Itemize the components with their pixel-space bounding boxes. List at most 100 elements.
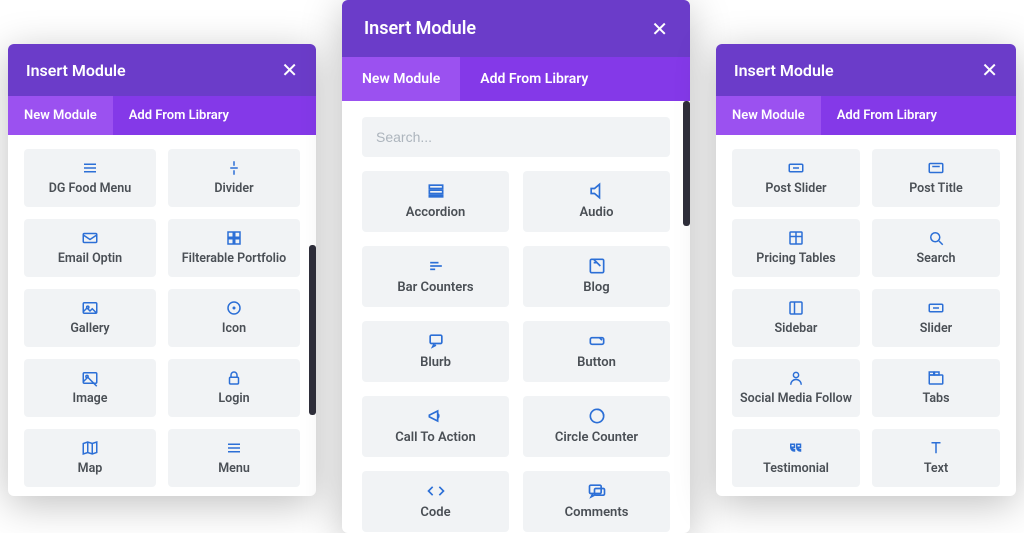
panel-header: Insert Module ✕ — [8, 44, 316, 96]
tab-new-module[interactable]: New Module — [716, 96, 821, 135]
module-tile[interactable]: Social Media Follow — [732, 359, 860, 417]
module-label: Icon — [222, 321, 246, 336]
close-icon[interactable]: ✕ — [281, 60, 298, 80]
button-icon — [587, 331, 607, 351]
module-label: Text — [924, 461, 948, 476]
module-tile[interactable]: Email Optin — [24, 219, 156, 277]
module-label: Map — [78, 461, 103, 476]
panel-body: DG Food Menu Divider Email Optin Filterable… — [8, 135, 316, 496]
module-tile[interactable]: DG Food Menu — [24, 149, 156, 207]
divider-icon — [225, 159, 243, 177]
module-tile[interactable]: Filterable Portfolio — [168, 219, 300, 277]
module-tile[interactable]: Circle Counter — [523, 396, 670, 457]
scrollbar-track[interactable] — [683, 101, 690, 533]
module-label: Button — [577, 355, 616, 370]
gallery-icon — [81, 299, 99, 317]
bars-icon — [426, 256, 446, 276]
scrollbar-track[interactable] — [309, 135, 316, 496]
module-tile[interactable]: Text — [872, 429, 1000, 487]
module-label: Audio — [580, 205, 614, 220]
blurb-icon — [426, 331, 446, 351]
search-input[interactable] — [362, 117, 670, 157]
module-tile[interactable]: Divider — [168, 149, 300, 207]
module-label: DG Food Menu — [49, 181, 131, 196]
code-icon — [426, 481, 446, 501]
scrollbar-thumb[interactable] — [683, 101, 690, 226]
panel-title: Insert Module — [734, 61, 834, 80]
module-tile[interactable]: Icon — [168, 289, 300, 347]
tab-add-from-library[interactable]: Add From Library — [113, 96, 245, 135]
grid-icon — [225, 229, 243, 247]
slider-icon — [787, 159, 805, 177]
module-label: Social Media Follow — [740, 391, 852, 406]
module-tile[interactable]: Menu — [168, 429, 300, 487]
lock-icon — [225, 369, 243, 387]
panel-body: Post SliderPost TitlePricing Tables Searc… — [716, 135, 1016, 496]
insert-module-panel-right: Insert Module ✕ New Module Add From Libr… — [716, 44, 1016, 496]
module-tile[interactable]: Comments — [523, 471, 670, 532]
module-tile[interactable]: Accordion — [362, 171, 509, 232]
tabs-icon — [927, 369, 945, 387]
module-tile[interactable]: Audio — [523, 171, 670, 232]
module-tile[interactable]: Map — [24, 429, 156, 487]
sidebar-icon — [787, 299, 805, 317]
module-label: Blog — [583, 280, 609, 295]
title-icon — [927, 159, 945, 177]
module-label: Email Optin — [58, 251, 122, 266]
module-label: Search — [917, 251, 956, 266]
module-tile[interactable]: Code — [362, 471, 509, 532]
panel-tabs: New Module Add From Library — [8, 96, 316, 135]
module-tile[interactable]: Tabs — [872, 359, 1000, 417]
module-tile[interactable]: Post Title — [872, 149, 1000, 207]
module-label: Image — [72, 391, 107, 406]
insert-module-panel-left: Insert Module ✕ New Module Add From Libr… — [8, 44, 316, 496]
scrollbar-thumb[interactable] — [309, 245, 316, 415]
circle-dot-icon — [225, 299, 243, 317]
module-tile[interactable]: Blurb — [362, 321, 509, 382]
panel-tabs: New Module Add From Library — [716, 96, 1016, 135]
module-tile[interactable]: Post Slider — [732, 149, 860, 207]
email-icon — [81, 229, 99, 247]
menu-lines-icon — [81, 159, 99, 177]
tab-new-module[interactable]: New Module — [8, 96, 113, 135]
module-tile[interactable]: Slider — [872, 289, 1000, 347]
module-tile[interactable]: Testimonial — [732, 429, 860, 487]
module-label: Call To Action — [395, 430, 476, 445]
insert-module-panel-center: Insert Module ✕ New Module Add From Libr… — [342, 0, 690, 533]
module-label: Login — [218, 391, 249, 406]
module-label: Code — [420, 505, 450, 520]
tab-new-module[interactable]: New Module — [342, 57, 460, 101]
menu-lines-icon — [225, 439, 243, 457]
module-label: Divider — [214, 181, 253, 196]
module-tile[interactable]: Bar Counters — [362, 246, 509, 307]
module-label: Sidebar — [775, 321, 818, 336]
module-tile[interactable]: Search — [872, 219, 1000, 277]
module-label: Tabs — [923, 391, 950, 406]
map-icon — [81, 439, 99, 457]
accordion-icon — [426, 181, 446, 201]
person-icon — [787, 369, 805, 387]
module-tile[interactable]: Call To Action — [362, 396, 509, 457]
module-label: Comments — [565, 505, 629, 520]
module-label: Circle Counter — [555, 430, 638, 445]
slider-icon — [927, 299, 945, 317]
module-label: Gallery — [70, 321, 109, 336]
module-tile[interactable]: Login — [168, 359, 300, 417]
module-tile[interactable]: Gallery — [24, 289, 156, 347]
module-tile[interactable]: Sidebar — [732, 289, 860, 347]
tab-add-from-library[interactable]: Add From Library — [821, 96, 953, 135]
module-tile[interactable]: Blog — [523, 246, 670, 307]
panel-header: Insert Module ✕ — [716, 44, 1016, 96]
tab-add-from-library[interactable]: Add From Library — [460, 57, 608, 101]
module-label: Blurb — [420, 355, 451, 370]
close-icon[interactable]: ✕ — [981, 60, 998, 80]
module-tile[interactable]: Pricing Tables — [732, 219, 860, 277]
module-tile[interactable]: Image — [24, 359, 156, 417]
image-icon — [81, 369, 99, 387]
module-tile[interactable]: Button — [523, 321, 670, 382]
module-label: Testimonial — [763, 461, 829, 476]
module-label: Menu — [218, 461, 250, 476]
module-label: Slider — [920, 321, 952, 336]
close-icon[interactable]: ✕ — [651, 19, 668, 39]
quote-icon — [787, 439, 805, 457]
